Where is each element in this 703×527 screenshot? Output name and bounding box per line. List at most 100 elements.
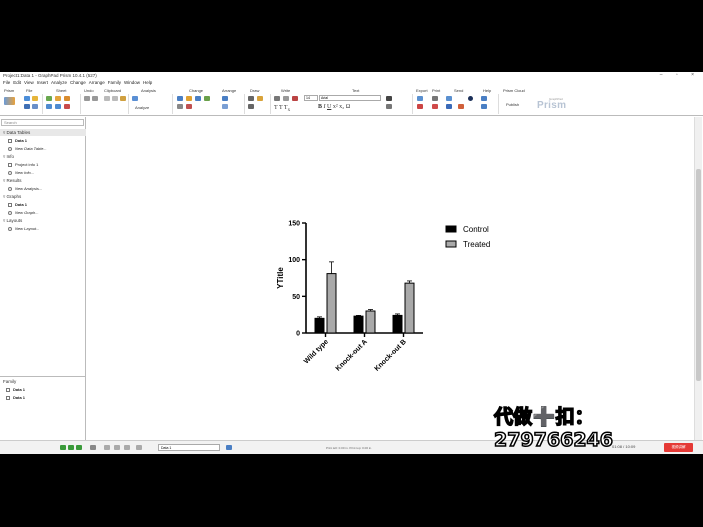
view-mode-icon[interactable] <box>104 445 110 450</box>
add-sheet-icon[interactable] <box>64 104 70 109</box>
menu-arrange[interactable]: Arrange <box>89 80 105 85</box>
nav-item[interactable]: New Layout... <box>8 225 39 232</box>
page-info: Print left: 0.00 in. Print top: 0.00 in. <box>326 446 373 450</box>
menu-help[interactable]: Help <box>143 80 152 85</box>
legend-label-treated: Treated <box>463 240 490 249</box>
arrange-align-icon[interactable] <box>222 96 228 101</box>
sheet-down-icon[interactable] <box>64 96 70 101</box>
menu-window[interactable]: Window <box>124 80 140 85</box>
undo-icon[interactable] <box>84 96 90 101</box>
bar-control <box>392 314 403 334</box>
send-email-icon[interactable] <box>446 96 452 101</box>
nav-item[interactable]: New Info... <box>8 169 34 176</box>
sheet-select[interactable]: Data 1 <box>158 444 220 451</box>
nav-next-icon[interactable] <box>76 445 82 450</box>
y-tick-label: 100 <box>288 257 300 264</box>
help-icon[interactable] <box>468 96 473 101</box>
menu-change[interactable]: Change <box>70 80 86 85</box>
view-mode3-icon[interactable] <box>124 445 130 450</box>
open-file-icon[interactable] <box>32 96 38 101</box>
export-pdf-icon[interactable] <box>417 104 423 109</box>
navigator-search-input[interactable]: Search <box>1 119 84 126</box>
nav-section-graphs[interactable]: ▿ Graphs <box>0 193 86 200</box>
nav-item[interactable]: New Data Table... <box>8 145 47 152</box>
text-align-icon[interactable] <box>386 96 392 101</box>
sheet-back-icon[interactable] <box>46 104 52 109</box>
send-word-icon[interactable] <box>446 104 452 109</box>
text-color-icon[interactable] <box>292 96 298 101</box>
write-symbol-icon[interactable] <box>283 96 289 101</box>
publish-button[interactable]: Publish <box>506 102 519 107</box>
nav-last-icon[interactable] <box>90 445 96 450</box>
nav-item[interactable]: Data 1 <box>8 201 27 208</box>
print-preview-icon[interactable] <box>432 104 438 109</box>
bar-treated <box>326 273 337 334</box>
view-mode4-icon[interactable] <box>136 445 142 450</box>
x-tick-label: Knock-out B <box>374 338 408 372</box>
view-mode2-icon[interactable] <box>114 445 120 450</box>
vertical-scrollbar[interactable] <box>694 117 702 441</box>
nav-first-icon[interactable] <box>60 445 66 450</box>
change-graph-type-icon[interactable] <box>177 96 183 101</box>
sheet-forward-icon[interactable] <box>55 104 61 109</box>
family-item[interactable]: Data 1 <box>6 386 25 393</box>
window-controls[interactable]: – ▫ × <box>660 72 700 78</box>
redo-icon[interactable] <box>92 96 98 101</box>
nav-section-data-tables[interactable]: ▿ Data Tables <box>0 129 86 136</box>
add-circle-icon <box>8 146 12 151</box>
pen-icon[interactable] <box>177 104 183 109</box>
menu-family[interactable]: Family <box>108 80 121 85</box>
draw-line-icon[interactable] <box>248 96 254 101</box>
legend-icon[interactable] <box>186 104 192 109</box>
draw-arrow-icon[interactable] <box>248 104 254 109</box>
new-sheet-icon[interactable] <box>46 96 52 101</box>
analyze-icon[interactable] <box>132 96 138 101</box>
add-circle-icon <box>8 170 12 175</box>
text-list-icon[interactable] <box>386 104 392 109</box>
y-axis-title: YTitle <box>276 267 285 289</box>
nav-item[interactable]: New Analysis... <box>8 185 42 192</box>
write-text-icon[interactable] <box>274 96 280 101</box>
menu-view[interactable]: View <box>24 80 34 85</box>
menu-file[interactable]: File <box>3 80 10 85</box>
title-bar: Project1:Data 1 - GraphPad Prism 10.4.1 … <box>0 72 703 80</box>
nav-section-results[interactable]: ▿ Results <box>0 177 86 184</box>
draw-shape-icon[interactable] <box>257 96 263 101</box>
save-as-icon[interactable] <box>32 104 38 109</box>
font-name-select[interactable]: Arial <box>319 95 381 101</box>
graph-canvas[interactable]: 0 50 100 150 YTitle Wild type Knock-out A Knock… <box>90 117 694 441</box>
new-file-icon[interactable] <box>24 96 30 101</box>
text-format-buttons[interactable]: T T Tx <box>274 105 290 113</box>
format-axes-icon[interactable] <box>195 96 201 101</box>
nav-item[interactable]: New Graph... <box>8 209 39 216</box>
sheet-up-icon[interactable] <box>55 96 61 101</box>
export-icon[interactable] <box>417 96 423 101</box>
paste-icon[interactable] <box>120 96 126 101</box>
prism-home-icon[interactable] <box>4 97 15 105</box>
menu-edit[interactable]: Edit <box>13 80 21 85</box>
change-colors-icon[interactable] <box>186 96 192 101</box>
help-info-icon[interactable] <box>481 104 487 109</box>
nav-section-layouts[interactable]: ▿ Layouts <box>0 217 86 224</box>
save-icon[interactable] <box>24 104 30 109</box>
family-item[interactable]: Data 1 <box>6 394 25 401</box>
scrollbar-thumb[interactable] <box>696 169 701 381</box>
send-ppt-icon[interactable] <box>458 104 464 109</box>
bold-italic-underline-buttons[interactable]: B I U x² x₂ Ω <box>318 104 350 110</box>
nav-item[interactable]: Project info 1 <box>8 161 38 168</box>
format-graph-icon[interactable] <box>204 96 210 101</box>
print-icon[interactable] <box>432 96 438 101</box>
help-search-icon[interactable] <box>481 96 487 101</box>
sheet-tool-icon[interactable] <box>226 445 232 450</box>
nav-section-info[interactable]: ▿ Info <box>0 153 86 160</box>
analyze-label[interactable]: Analyze <box>135 105 149 110</box>
menu-insert[interactable]: Insert <box>37 80 48 85</box>
menu-analyze[interactable]: Analyze <box>51 80 67 85</box>
font-size-select[interactable]: 14 <box>304 95 318 101</box>
bar-chart[interactable]: 0 50 100 150 YTitle Wild type Knock-out A Knock… <box>90 117 694 441</box>
nav-prev-icon[interactable] <box>68 445 74 450</box>
cut-icon[interactable] <box>104 96 110 101</box>
arrange-order-icon[interactable] <box>222 104 228 109</box>
nav-item[interactable]: Data 1 <box>8 137 27 144</box>
copy-icon[interactable] <box>112 96 118 101</box>
